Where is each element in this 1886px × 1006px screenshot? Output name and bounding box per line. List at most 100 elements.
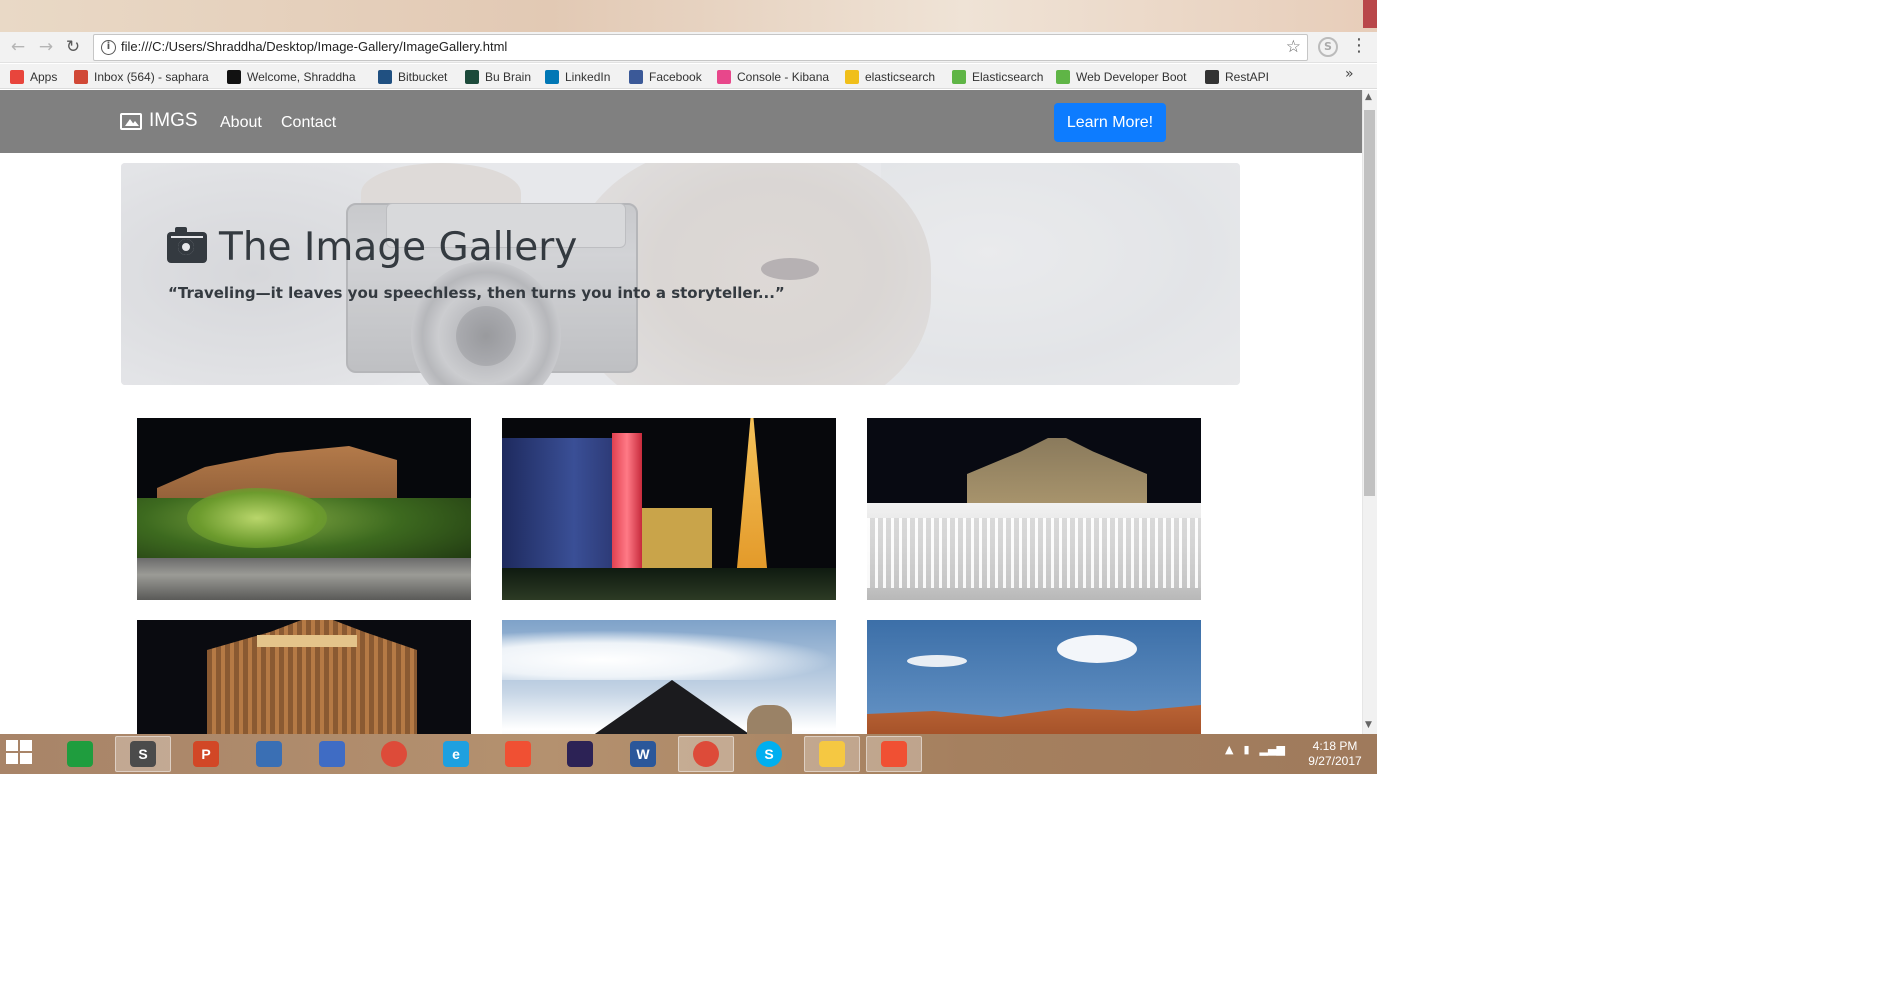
network-signal-icon[interactable]: ▂▄▆ — [1260, 743, 1285, 756]
brand[interactable]: IMGS — [120, 110, 198, 132]
bookmark-item[interactable]: Web Developer Boot — [1056, 68, 1187, 86]
taskbar-app-git-2[interactable] — [866, 736, 922, 772]
forward-arrow-icon[interactable]: → — [35, 36, 57, 58]
git-2-icon — [881, 741, 907, 767]
bookmark-label: Bitbucket — [398, 70, 448, 84]
taskbar-app-file-explorer[interactable] — [804, 736, 860, 772]
bookmark-label: Elasticsearch — [972, 70, 1044, 84]
camera-icon — [167, 227, 207, 263]
file-explorer-icon — [819, 741, 845, 767]
back-arrow-icon[interactable]: ← — [7, 36, 29, 58]
url-text[interactable]: file:///C:/Users/Shraddha/Desktop/Image-… — [121, 39, 507, 54]
bookmark-label: Apps — [30, 70, 58, 84]
info-icon[interactable]: i — [101, 40, 116, 55]
taskbar-app-skype[interactable]: S — [741, 736, 797, 772]
bookmark-item[interactable]: Facebook — [629, 68, 702, 86]
git-icon — [505, 741, 531, 767]
chrome-icon — [381, 741, 407, 767]
bookmark-item[interactable]: Apps — [10, 68, 57, 86]
bookmark-label: Welcome, Shraddha — [247, 70, 356, 84]
taskbar-app-word[interactable]: W — [615, 736, 671, 772]
gallery-image-mandalay[interactable] — [137, 620, 471, 734]
bookmark-item[interactable]: Welcome, Shraddha — [227, 68, 356, 86]
gmail-icon — [74, 70, 88, 84]
nav-about-link[interactable]: About — [220, 114, 262, 132]
taskbar-app-sublime-text[interactable]: S — [115, 736, 171, 772]
gallery-image-paris[interactable] — [502, 418, 836, 600]
gallery-image-luxor[interactable] — [502, 620, 836, 734]
bookmarks-more-icon[interactable]: » — [1345, 66, 1354, 82]
bookmark-label: RestAPI — [1225, 70, 1270, 84]
remote-desktop-icon — [319, 741, 345, 767]
bookmark-label: Console - Kibana — [737, 70, 830, 84]
taskbar-app-chrome[interactable] — [366, 736, 422, 772]
menu-dots-icon[interactable]: ⋮ — [1350, 36, 1368, 56]
taskbar-app-powerpoint[interactable]: P — [178, 736, 234, 772]
reload-icon[interactable]: ↻ — [62, 36, 84, 58]
nav-contact-link[interactable]: Contact — [281, 114, 336, 132]
bookmark-label: elasticsearch — [865, 70, 936, 84]
scroll-thumb[interactable] — [1364, 110, 1375, 496]
tray-expand-icon[interactable]: ▲ — [1225, 743, 1233, 756]
taskbar-app-remote-desktop[interactable] — [304, 736, 360, 772]
bookmark-item[interactable]: elasticsearch — [845, 68, 935, 86]
skype-extension-icon[interactable]: S — [1318, 37, 1338, 57]
jumbotron: The Image Gallery “Traveling—it leaves y… — [121, 163, 1240, 385]
bookmark-label: Bu Brain — [485, 70, 532, 84]
bookmark-label: Facebook — [649, 70, 702, 84]
store-icon — [67, 741, 93, 767]
windows-start-icon[interactable] — [6, 740, 42, 768]
taskbar-app-git[interactable] — [490, 736, 546, 772]
eclipse-icon — [567, 741, 593, 767]
address-bar[interactable]: i file:///C:/Users/Shraddha/Desktop/Imag… — [93, 34, 1308, 61]
bookmark-item[interactable]: Inbox (564) - saphara — [74, 68, 209, 86]
scroll-up-arrow-icon[interactable]: ▲ — [1365, 92, 1372, 102]
gallery-image-mirage[interactable] — [137, 418, 471, 600]
jumbotron-overlay — [121, 163, 1240, 385]
chrome-active-icon — [693, 741, 719, 767]
bb-icon — [227, 70, 241, 84]
jb-icon — [1205, 70, 1219, 84]
jumbotron-quote: “Traveling—it leaves you speechless, the… — [168, 284, 785, 302]
elastic-icon — [845, 70, 859, 84]
sublime-text-icon: S — [130, 741, 156, 767]
clock[interactable]: 4:18 PM 9/27/2017 — [1300, 739, 1370, 769]
site-navbar: IMGS About Contact Learn More! — [0, 90, 1362, 153]
bookmark-item[interactable]: LinkedIn — [545, 68, 610, 86]
bookmark-item[interactable]: Bu Brain — [465, 68, 531, 86]
taskbar-app-network-tool[interactable] — [241, 736, 297, 772]
brand-label: IMGS — [149, 110, 198, 131]
bu-brain-icon — [465, 70, 479, 84]
gallery-image-bellagio[interactable] — [867, 418, 1201, 600]
bookmark-item[interactable]: Elasticsearch — [952, 68, 1043, 86]
system-tray: ▲ ▮ ▂▄▆ — [1225, 743, 1285, 756]
skype-icon: S — [756, 741, 782, 767]
taskbar-app-store[interactable] — [52, 736, 108, 772]
apps-grid-icon — [10, 70, 24, 84]
bookmark-item[interactable]: Bitbucket — [378, 68, 447, 86]
facebook-icon — [629, 70, 643, 84]
udemy-icon — [1056, 70, 1070, 84]
taskbar-app-chrome-active[interactable] — [678, 736, 734, 772]
linkedin-icon — [545, 70, 559, 84]
windows-taskbar: S Pe W S — [0, 734, 1377, 774]
bookmark-label: Inbox (564) - saphara — [94, 70, 209, 84]
learn-more-button[interactable]: Learn More! — [1054, 103, 1166, 142]
page-title-text: The Image Gallery — [219, 225, 578, 270]
bookmark-star-icon[interactable]: ☆ — [1286, 37, 1301, 57]
internet-explorer-icon: e — [443, 741, 469, 767]
taskbar-app-internet-explorer[interactable]: e — [428, 736, 484, 772]
window-titlebar — [0, 0, 1377, 32]
screenshot: ← → ↻ i file:///C:/Users/Shraddha/Deskto… — [0, 0, 1377, 774]
bookmark-item[interactable]: Console - Kibana — [717, 68, 829, 86]
bookmark-label: Web Developer Boot — [1076, 70, 1187, 84]
kibana-icon — [717, 70, 731, 84]
bookmark-item[interactable]: RestAPI — [1205, 68, 1269, 86]
clock-time: 4:18 PM — [1312, 739, 1358, 753]
scroll-down-arrow-icon[interactable]: ▼ — [1365, 720, 1372, 730]
taskbar-app-eclipse[interactable] — [552, 736, 608, 772]
gallery-image-canyon[interactable] — [867, 620, 1201, 734]
window-edge — [1363, 0, 1377, 28]
image-icon — [120, 112, 142, 130]
power-icon[interactable]: ▮ — [1243, 743, 1249, 756]
